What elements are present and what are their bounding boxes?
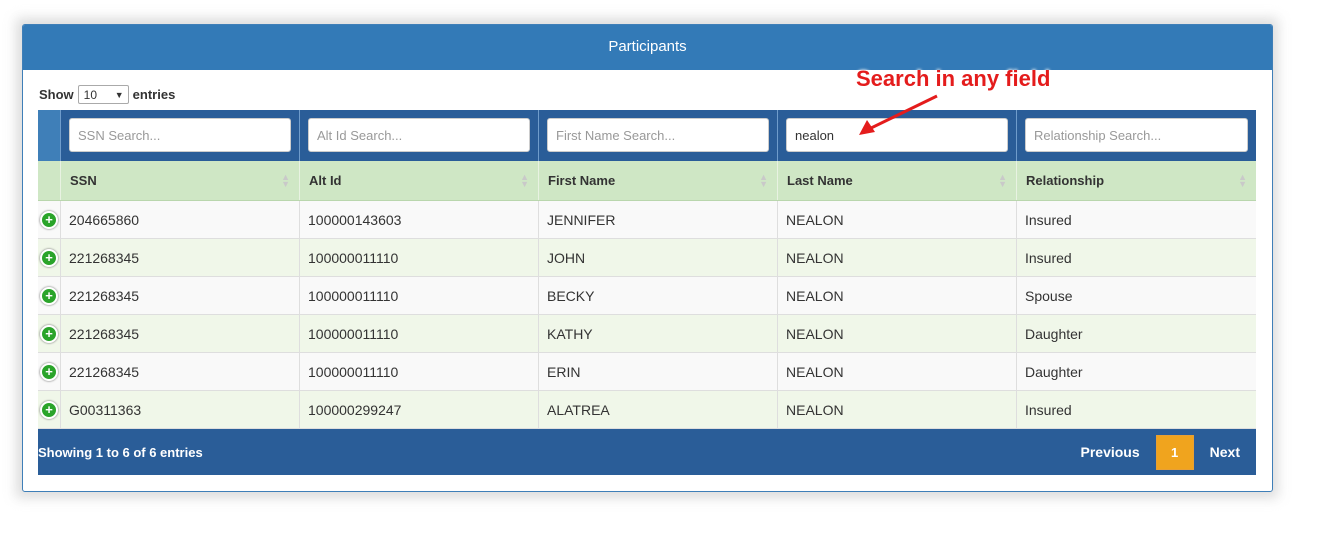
cell-ssn: 221268345 [61, 353, 300, 390]
column-search-row [38, 110, 1256, 161]
cell-first-name: ALATREA [539, 391, 778, 428]
participants-table: SSN ▲▼ Alt Id ▲▼ First Name ▲▼ Last Name… [38, 110, 1256, 475]
entries-info: Showing 1 to 6 of 6 entries [38, 444, 203, 460]
column-header-label: First Name [548, 173, 616, 188]
table-row: + 221268345 100000011110 KATHY NEALON Da… [38, 315, 1256, 353]
sort-icon: ▲ ▼ [1238, 171, 1247, 189]
cell-ssn: G00311363 [61, 391, 300, 428]
entries-label: entries [132, 87, 176, 102]
plus-circle-icon[interactable]: + [40, 362, 58, 381]
column-header-label: Alt Id [309, 173, 342, 188]
entries-select[interactable]: 10 ▼ [77, 85, 129, 104]
entries-length-control: Show 10 ▼ entries [39, 85, 175, 104]
column-header-ssn[interactable]: SSN ▲ ▼ [61, 161, 300, 200]
cell-relationship: Daughter [1025, 363, 1083, 380]
table-row: + G00311363 100000299247 ALATREA NEALON … [38, 391, 1256, 429]
cell-alt-id: 100000011110 [300, 315, 539, 352]
plus-circle-icon[interactable]: + [40, 248, 58, 267]
cell-ssn: 204665860 [61, 201, 300, 238]
cell-alt-id: 100000011110 [300, 239, 539, 276]
header-gutter [38, 161, 61, 200]
table-row: + 221268345 100000011110 ERIN NEALON Dau… [38, 353, 1256, 391]
cell-first-name: ERIN [539, 353, 778, 390]
relationship-search-input[interactable] [1025, 118, 1248, 152]
table-row: + 221268345 100000011110 BECKY NEALON Sp… [38, 277, 1256, 315]
search-row-gutter [38, 110, 61, 161]
plus-circle-icon[interactable]: + [40, 400, 58, 419]
cell-relationship: Daughter [1025, 325, 1083, 342]
cell-alt-id: 100000011110 [300, 353, 539, 390]
cell-first-name: JENNIFER [539, 201, 778, 238]
sort-icon: ▲ ▼ [520, 171, 529, 189]
cell-last-name: NEALON [778, 201, 1017, 238]
column-header-label: Relationship [1026, 173, 1105, 188]
sort-icon: ▲ ▼ [998, 171, 1007, 189]
column-header-last-name[interactable]: Last Name ▲ ▼ [778, 161, 1017, 200]
column-header-relationship[interactable]: Relationship ▲ ▼ [1017, 161, 1256, 200]
column-header-label: Last Name [787, 173, 853, 188]
row-expand-cell: + [38, 315, 61, 352]
first-name-search-cell [539, 110, 778, 161]
table-footer: Showing 1 to 6 of 6 entries Previous 1 N… [38, 429, 1256, 475]
cell-ssn: 221268345 [61, 239, 300, 276]
next-page-button[interactable]: Next [1194, 444, 1256, 460]
row-expand-cell: + [38, 391, 61, 428]
sort-icon: ▲ ▼ [759, 171, 768, 189]
page-1-button[interactable]: 1 [1155, 434, 1194, 470]
cell-relationship: Spouse [1025, 287, 1073, 304]
plus-circle-icon[interactable]: + [40, 286, 58, 305]
search-annotation-label: Search in any field [856, 66, 1051, 91]
cell-last-name: NEALON [778, 315, 1017, 352]
cell-last-name: NEALON [778, 277, 1017, 314]
cell-first-name: JOHN [539, 239, 778, 276]
row-expand-cell: + [38, 277, 61, 314]
plus-circle-icon[interactable]: + [40, 210, 58, 229]
cell-relationship: Insured [1025, 211, 1072, 228]
first-name-search-input[interactable] [547, 118, 769, 152]
cell-first-name: BECKY [539, 277, 778, 314]
ssn-search-input[interactable] [69, 118, 291, 152]
show-label: Show [39, 87, 74, 102]
cell-alt-id: 100000011110 [300, 277, 539, 314]
cell-ssn: 221268345 [61, 315, 300, 352]
column-header-first-name[interactable]: First Name ▲ ▼ [539, 161, 778, 200]
cell-relationship: Insured [1025, 249, 1072, 266]
previous-page-button[interactable]: Previous [1065, 444, 1156, 460]
cell-last-name: NEALON [778, 239, 1017, 276]
cell-relationship: Insured [1025, 401, 1072, 418]
sort-icon: ▲ ▼ [281, 171, 290, 189]
alt-id-search-cell [300, 110, 539, 161]
pagination: Previous 1 Next [1065, 429, 1257, 475]
row-expand-cell: + [38, 201, 61, 238]
entries-select-value: 10 [83, 87, 98, 102]
ssn-search-cell [61, 110, 300, 161]
cell-alt-id: 100000299247 [300, 391, 539, 428]
cell-first-name: KATHY [539, 315, 778, 352]
cell-ssn: 221268345 [61, 277, 300, 314]
panel-title: Participants [23, 25, 1272, 70]
table-row: + 221268345 100000011110 JOHN NEALON Ins… [38, 239, 1256, 277]
caret-down-icon: ▼ [114, 89, 124, 100]
cell-last-name: NEALON [778, 391, 1017, 428]
plus-circle-icon[interactable]: + [40, 324, 58, 343]
row-expand-cell: + [38, 353, 61, 390]
cell-last-name: NEALON [778, 353, 1017, 390]
cell-alt-id: 100000143603 [300, 201, 539, 238]
table-header-row: SSN ▲ ▼ Alt Id ▲ ▼ First Name ▲ ▼ Last Name… [38, 161, 1256, 201]
column-header-alt-id[interactable]: Alt Id ▲ ▼ [300, 161, 539, 200]
annotation-arrow-icon [859, 94, 938, 135]
participants-panel: Participants Show 10 ▼ entries SSN Searc… [22, 24, 1273, 492]
column-header-label: SSN [70, 173, 97, 188]
row-expand-cell: + [38, 239, 61, 276]
relationship-search-cell [1017, 110, 1256, 161]
alt-id-search-input[interactable] [308, 118, 530, 152]
table-row: + 204665860 100000143603 JENNIFER NEALON… [38, 201, 1256, 239]
